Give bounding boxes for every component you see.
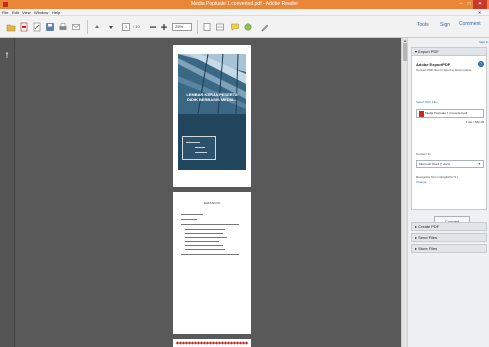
document-area[interactable]: LEMBAR KERJA PESERTA DIDIK BERBASIS MEDI…: [15, 38, 401, 347]
create-pdf-label: Create PDF: [418, 224, 440, 229]
create-pdf-icon[interactable]: [19, 22, 29, 32]
export-title: Adobe ExportPDF: [416, 62, 451, 67]
export-pdf-label: Export PDF: [418, 49, 439, 54]
close-button[interactable]: ✕: [473, 0, 487, 9]
change-language-link[interactable]: Change: [416, 180, 427, 184]
export-pdf-panel: Adobe ExportPDF ? Convert PDF files to W…: [411, 56, 487, 227]
cover-title: LEMBAR KERJA PESERTA DIDIK BERBASIS MEDI…: [186, 92, 238, 102]
menu-help[interactable]: Help: [52, 10, 60, 15]
store-files-header[interactable]: ▸ Store Files: [411, 244, 487, 253]
create-pdf-header[interactable]: ▸ Create PDF: [411, 222, 487, 231]
close-document-icon[interactable]: ✕: [478, 10, 481, 15]
title-bar: Media Poptuale 1 converted.pdf - Adobe R…: [0, 0, 489, 9]
language-text: Recognize Text in English(U.S.): [416, 175, 459, 179]
toc-title: DAFTAR ISI: [203, 201, 221, 205]
page-number-input[interactable]: 1: [122, 23, 130, 31]
cover-info-box: [182, 136, 216, 160]
menu-view[interactable]: View: [22, 10, 31, 15]
file-name: Media Poptuale 1 converted.pdf: [425, 111, 468, 115]
selected-file[interactable]: Media Poptuale 1 converted.pdf: [416, 109, 484, 118]
file-info: 1 file / 682 kB: [466, 120, 485, 124]
send-files-header[interactable]: ▸ Send Files: [411, 233, 487, 242]
zoom-in-icon[interactable]: [159, 22, 169, 32]
convert-to-label: Convert To:: [416, 152, 432, 156]
comment-button[interactable]: Comment: [459, 21, 489, 31]
attachment-icon[interactable]: [4, 52, 10, 60]
sign-button[interactable]: Sign: [440, 22, 450, 28]
select-file-label[interactable]: Select PDF File:: [416, 100, 438, 104]
menu-bar: File Edit View Window Help ✕: [0, 9, 489, 16]
navigation-pane: [0, 38, 15, 347]
send-files-label: Send Files: [418, 235, 438, 240]
help-icon[interactable]: ?: [478, 61, 484, 67]
save-icon[interactable]: [45, 22, 55, 32]
zoom-out-icon[interactable]: [148, 22, 158, 32]
page-count: / 10: [133, 24, 140, 29]
comment-icon[interactable]: [230, 22, 240, 32]
menu-edit[interactable]: Edit: [12, 10, 19, 15]
minimize-button[interactable]: –: [457, 0, 465, 9]
pdf-file-icon: [419, 111, 424, 117]
email-icon[interactable]: [71, 22, 81, 32]
toolbar: 1 / 10 25% Tools Sign Comment: [0, 16, 489, 38]
task-pane: Sign In ▾ Export PDF Adobe ExportPDF ? C…: [407, 38, 489, 347]
decorative-border: [176, 341, 248, 345]
open-icon[interactable]: [6, 22, 16, 32]
maximize-button[interactable]: □: [465, 0, 473, 9]
fit-page-icon[interactable]: [202, 22, 212, 32]
next-page-icon[interactable]: [106, 22, 116, 32]
store-files-label: Store Files: [418, 246, 438, 251]
page-thumbnail: LEMBAR KERJA PESERTA DIDIK BERBASIS MEDI…: [173, 45, 251, 187]
highlight-icon[interactable]: [243, 22, 253, 32]
toolbar-separator: [197, 20, 198, 34]
sign-in-link[interactable]: Sign In: [479, 40, 488, 44]
menu-file[interactable]: File: [2, 10, 8, 15]
export-pdf-header[interactable]: ▾ Export PDF: [411, 47, 487, 56]
chevron-down-icon: ▼: [478, 162, 481, 166]
export-description: Convert PDF files to Word or Excel onlin…: [416, 68, 473, 72]
sign-icon[interactable]: [260, 22, 270, 32]
zoom-select[interactable]: 25%: [172, 23, 192, 31]
menu-window[interactable]: Window: [34, 10, 48, 15]
previous-page-icon[interactable]: [92, 22, 102, 32]
convert-to-value: Microsoft Word (*.docx): [419, 162, 451, 166]
edit-icon[interactable]: [32, 22, 42, 32]
fit-width-icon[interactable]: [215, 22, 225, 32]
page-thumbnail: DAFTAR ISI: [173, 192, 251, 334]
toolbar-separator: [87, 20, 88, 34]
print-icon[interactable]: [58, 22, 68, 32]
page-thumbnail: [173, 339, 251, 347]
convert-to-select[interactable]: Microsoft Word (*.docx) ▼: [416, 160, 484, 168]
window-title: Media Poptuale 1 converted.pdf - Adobe R…: [190, 1, 299, 7]
cover-image: LEMBAR KERJA PESERTA DIDIK BERBASIS MEDI…: [178, 54, 246, 170]
tools-button[interactable]: Tools: [417, 22, 429, 28]
